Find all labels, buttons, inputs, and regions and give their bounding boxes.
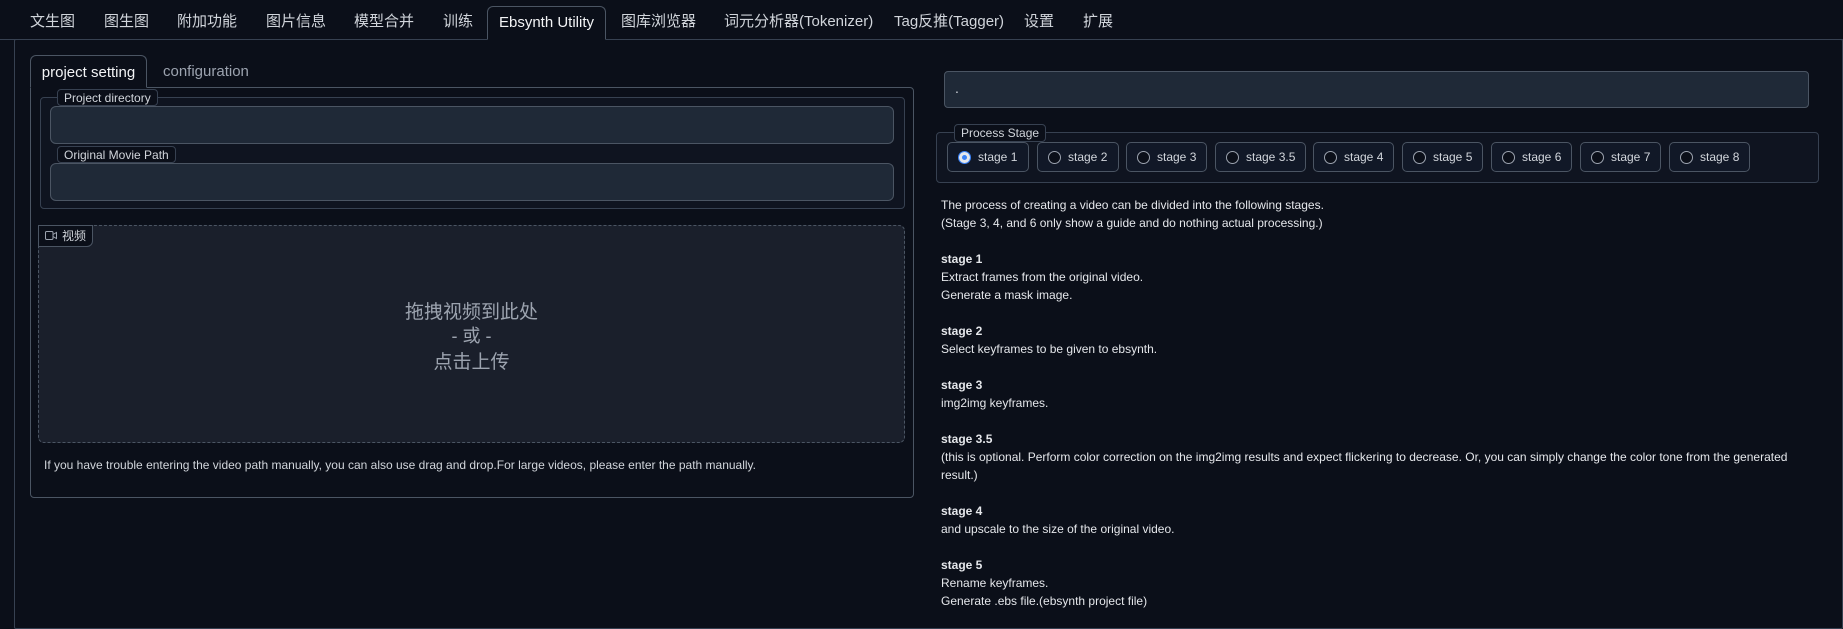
desc-stage2-title: stage 2 bbox=[941, 324, 983, 338]
stage-option-3-5[interactable]: stage 3.5 bbox=[1215, 142, 1306, 172]
video-camera-icon bbox=[45, 226, 57, 246]
status-output: . bbox=[944, 71, 1809, 108]
stage-option-label: stage 3 bbox=[1157, 150, 1197, 164]
project-directory-label: Project directory bbox=[57, 89, 158, 106]
radio-icon[interactable] bbox=[1137, 150, 1150, 164]
radio-icon[interactable] bbox=[1680, 150, 1693, 164]
tab-configuration[interactable]: configuration bbox=[163, 55, 249, 88]
radio-icon[interactable] bbox=[1226, 150, 1239, 164]
tab-extensions[interactable]: 扩展 bbox=[1083, 6, 1113, 40]
video-label-text: 视频 bbox=[62, 229, 87, 243]
stage-option-6[interactable]: stage 6 bbox=[1491, 142, 1572, 172]
drag-drop-help-text: If you have trouble entering the video p… bbox=[44, 458, 757, 472]
desc-intro-2: (Stage 3, 4, and 6 only show a guide and… bbox=[941, 216, 1323, 230]
stage-option-1[interactable]: stage 1 bbox=[947, 142, 1029, 172]
stage-option-label: stage 5 bbox=[1433, 150, 1473, 164]
desc-stage5-line2: Generate .ebs file.(ebsynth project file… bbox=[941, 594, 1148, 608]
tab-tokenizer[interactable]: 词元分析器(Tokenizer) bbox=[724, 6, 873, 40]
original-movie-path-input[interactable] bbox=[50, 163, 894, 201]
stage-option-2[interactable]: stage 2 bbox=[1037, 142, 1119, 172]
desc-stage3-5-title: stage 3.5 bbox=[941, 432, 993, 446]
desc-stage3-title: stage 3 bbox=[941, 378, 983, 392]
stage-option-label: stage 8 bbox=[1700, 150, 1740, 164]
desc-stage1-line1: Extract frames from the original video. bbox=[941, 270, 1144, 284]
top-tab-bar: 文生图 图生图 附加功能 图片信息 模型合并 训练 Ebsynth Utilit… bbox=[0, 0, 1843, 40]
drop-text-line3: 点击上传 bbox=[433, 352, 510, 373]
stage-option-label: stage 1 bbox=[978, 150, 1018, 164]
radio-icon[interactable] bbox=[1591, 150, 1604, 164]
desc-stage5-line1: Rename keyframes. bbox=[941, 576, 1049, 590]
tab-image-browser[interactable]: 图库浏览器 bbox=[621, 6, 696, 40]
stage-option-8[interactable]: stage 8 bbox=[1669, 142, 1750, 172]
tab-project-setting[interactable]: project setting bbox=[30, 55, 147, 88]
stage-option-4[interactable]: stage 4 bbox=[1313, 142, 1394, 172]
video-label: 视频 bbox=[38, 225, 94, 247]
stage-option-label: stage 2 bbox=[1068, 150, 1108, 164]
tab-train[interactable]: 训练 bbox=[443, 6, 473, 40]
radio-icon[interactable] bbox=[1413, 150, 1426, 164]
stage-option-label: stage 4 bbox=[1344, 150, 1384, 164]
radio-icon[interactable] bbox=[1048, 150, 1061, 164]
radio-icon[interactable] bbox=[1502, 150, 1515, 164]
desc-stage1-line2: Generate a mask image. bbox=[941, 288, 1073, 302]
stage-option-7[interactable]: stage 7 bbox=[1580, 142, 1661, 172]
tab-extras[interactable]: 附加功能 bbox=[177, 6, 237, 40]
desc-stage5-title: stage 5 bbox=[941, 558, 983, 572]
radio-checked-icon[interactable] bbox=[958, 150, 971, 164]
tab-tagger[interactable]: Tag反推(Tagger) bbox=[894, 6, 1004, 40]
stage-option-label: stage 3.5 bbox=[1246, 150, 1296, 164]
desc-stage4-line1: and upscale to the size of the original … bbox=[941, 522, 1175, 536]
process-stage-label: Process Stage bbox=[954, 124, 1047, 142]
desc-stage1-title: stage 1 bbox=[941, 252, 983, 266]
tab-img2img[interactable]: 图生图 bbox=[104, 6, 149, 40]
desc-stage4-title: stage 4 bbox=[941, 504, 983, 518]
stage-option-3[interactable]: stage 3 bbox=[1126, 142, 1207, 172]
stage-option-label: stage 6 bbox=[1522, 150, 1562, 164]
project-directory-input[interactable] bbox=[50, 106, 894, 144]
stage-option-5[interactable]: stage 5 bbox=[1402, 142, 1483, 172]
original-movie-path-label: Original Movie Path bbox=[57, 146, 176, 163]
tab-settings[interactable]: 设置 bbox=[1024, 6, 1054, 40]
desc-stage2-line1: Select keyframes to be given to ebsynth. bbox=[941, 342, 1158, 356]
tab-png-info[interactable]: 图片信息 bbox=[266, 6, 326, 40]
tab-txt2img[interactable]: 文生图 bbox=[30, 6, 75, 40]
desc-stage3-5-line1: (this is optional. Perform color correct… bbox=[941, 450, 1788, 464]
drop-text-line1: 拖拽视频到此处 bbox=[404, 302, 538, 323]
stage-option-label: stage 7 bbox=[1611, 150, 1651, 164]
tab-ebsynth-utility[interactable]: Ebsynth Utility bbox=[487, 6, 606, 40]
tab-checkpoint-merger[interactable]: 模型合并 bbox=[354, 6, 414, 40]
desc-stage3-5-line2: result.) bbox=[941, 468, 978, 482]
desc-stage3-line1: img2img keyframes. bbox=[941, 396, 1049, 410]
radio-icon[interactable] bbox=[1324, 150, 1337, 164]
drop-text-line2: - 或 - bbox=[451, 326, 492, 346]
desc-intro-1: The process of creating a video can be d… bbox=[941, 198, 1324, 212]
